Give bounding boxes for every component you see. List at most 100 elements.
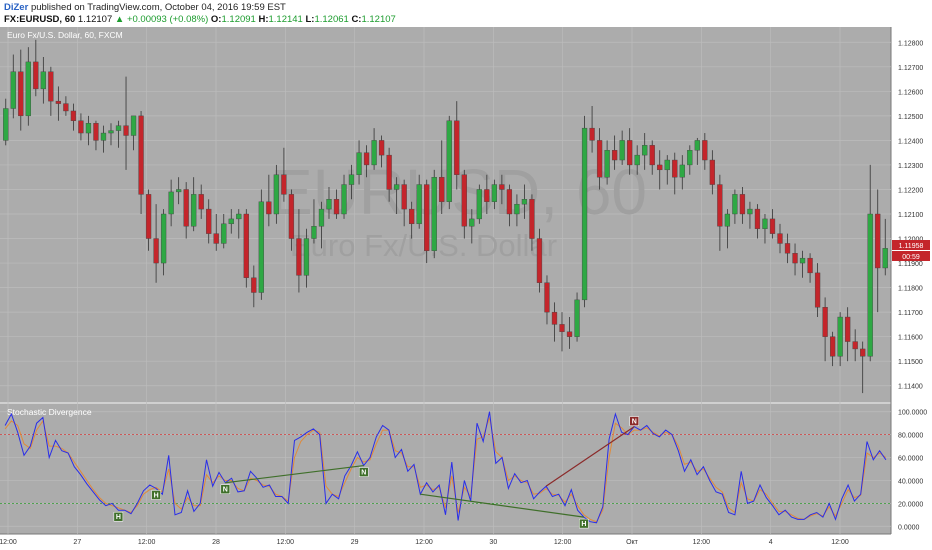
candle-body (491, 184, 498, 202)
candle-body (191, 194, 197, 227)
candle-body (183, 189, 189, 227)
candle-body (10, 71, 16, 109)
price-tick-label: 1.12400 (898, 138, 923, 145)
candle-body (476, 189, 482, 220)
candle-body (78, 120, 84, 134)
candle-body (837, 316, 843, 357)
candle-body (454, 120, 460, 175)
candle-body (604, 150, 610, 178)
stochastic-panel-title: Stochastic Divergence (7, 407, 92, 417)
candle-body (559, 324, 565, 332)
candle-body (363, 152, 370, 166)
time-tick-label: 12:00 (554, 539, 572, 546)
candle-body (822, 307, 828, 337)
candle-body (769, 218, 776, 234)
time-tick-label: Окт (626, 539, 639, 546)
candle-body (348, 174, 355, 185)
candle-body (679, 164, 685, 178)
main-panel-title: Euro Fx/U.S. Dollar, 60, FXCM (7, 30, 123, 40)
candle-body (198, 194, 204, 210)
candle-body (100, 132, 107, 141)
divergence-badge-label: N (361, 470, 366, 477)
candle-body (213, 233, 219, 244)
candle-body (221, 223, 227, 244)
stochastic-tick-label: 20.0000 (898, 501, 923, 508)
candle-body (596, 140, 603, 178)
candle-body (296, 238, 302, 276)
candle-body (687, 150, 693, 166)
stochastic-tick-label: 40.0000 (898, 478, 923, 485)
candle-body (672, 159, 678, 178)
candle-body (799, 257, 806, 264)
candle-body (85, 123, 92, 134)
candle-body (48, 71, 54, 102)
candle-body (642, 145, 648, 156)
price-tick-label: 1.12100 (898, 212, 923, 219)
candle-body (409, 208, 415, 225)
candle-body (416, 184, 422, 225)
price-tick-label: 1.11800 (898, 286, 923, 293)
time-tick-label: 27 (73, 539, 81, 546)
candle-body (273, 174, 280, 215)
price-tick-label: 1.11400 (898, 384, 923, 391)
watermark-name: Euro Fx/U.S. Dollar (290, 228, 557, 263)
candle-body (115, 125, 122, 131)
candle-body (521, 199, 528, 205)
candle-body (702, 140, 708, 161)
candle-body (176, 189, 182, 193)
candle-body (153, 238, 159, 264)
chart-canvas[interactable]: EURUSD, 60 Euro Fx/U.S. Dollar Euro Fx/U… (0, 0, 932, 550)
candle-body (236, 213, 242, 220)
candle-body (318, 208, 325, 227)
candle-body (784, 243, 791, 254)
candle-body (386, 154, 392, 190)
candle-body (401, 184, 407, 210)
candle-body (25, 61, 31, 117)
candle-body (867, 213, 873, 357)
candle-body (266, 201, 272, 215)
candle-body (664, 159, 670, 171)
candle-body (439, 176, 445, 202)
candle-body (882, 248, 888, 269)
price-tick-label: 1.11700 (898, 310, 923, 317)
candle-body (649, 145, 655, 166)
divergence-badge-label: H (116, 514, 121, 521)
time-tick-label: 12:00 (277, 539, 295, 546)
candle-body (514, 203, 520, 215)
candle-body (206, 208, 212, 234)
price-axis-labels: 1.12800 1.12700 1.12600 1.12500 1.12400 1.123… (898, 40, 923, 390)
candle-body (341, 184, 347, 215)
candle-body (536, 238, 543, 283)
price-tick-label: 1.12700 (898, 65, 923, 72)
candle-body (739, 194, 746, 215)
candle-body (251, 277, 257, 293)
divergence-badge-label: N (223, 487, 228, 494)
candle-body (33, 61, 39, 90)
time-tick-label: 30 (489, 539, 497, 546)
candle-body (243, 213, 249, 278)
time-tick-label: 28 (212, 539, 220, 546)
candle-body (717, 184, 723, 227)
candle-body (544, 282, 550, 313)
candle-body (611, 150, 618, 161)
candle-body (875, 213, 881, 269)
candle-body (634, 154, 640, 166)
price-tick-label: 1.11600 (898, 335, 923, 342)
candle-body (93, 123, 99, 141)
candle-body (589, 127, 595, 141)
candle-body (55, 100, 62, 104)
candle-body (724, 213, 731, 227)
divergence-badge-label: N (632, 419, 637, 426)
candle-body (574, 299, 580, 337)
candle-body (754, 208, 761, 229)
candle-body (333, 199, 340, 215)
candle-body (393, 184, 400, 190)
countdown-badge-text: 00:59 (902, 254, 920, 261)
candle-body (762, 218, 768, 229)
candle-body (852, 341, 858, 350)
candle-body (424, 184, 430, 251)
candle-body (566, 331, 573, 337)
candle-body (845, 316, 851, 342)
time-tick-label: 12:00 (415, 539, 433, 546)
candle-body (123, 125, 129, 136)
